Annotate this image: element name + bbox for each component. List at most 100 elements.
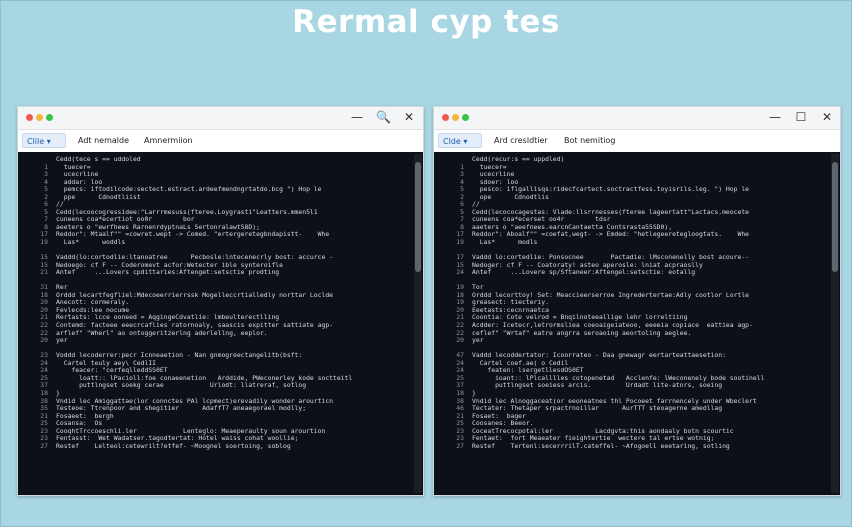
line-number: 23 [456,435,464,443]
line-number: 25 [456,420,464,428]
code-text: tuecer= [56,163,91,171]
code-line: 38 Vndid lec Alnoggaceat(or eeoneatnes th… [434,398,830,406]
editor-window-left[interactable]: — 🔍 ✕ Clile ▾ Adt nemalde Amnermiion Ced… [17,106,424,496]
search-icon[interactable]: 🔍 [376,109,391,125]
code-text: Restef Lelteol:cetewrilt?etfef- ~Moognel… [56,442,291,450]
code-line: 23 CooqhtTrccoeschli.ler Lenteglo: Meaepe… [18,428,413,436]
line-number: 38 [456,397,464,405]
code-line: 22 ceflef" "Wrtaf" eatre angrra seroaoing… [434,330,830,338]
file-menu-button[interactable]: Clde ▾ [438,133,482,148]
code-line: 21 Coontia: Cote velrod = Bnqilnoteeallig… [434,314,830,322]
code-text: Nedoger: cf F -- Coatoraty! asteo aperos… [472,261,703,269]
line-number: 38 [40,397,48,405]
code-text: Fevlecds:lee nocume [56,306,130,314]
line-number: 25 [40,374,48,382]
code-line: 8 aeeters o "ewrfhees RarnenrdyptnaLs Ser… [18,224,413,232]
maximize-dot-icon[interactable] [46,114,53,121]
line-number: 20 [40,306,48,314]
code-line: 5 Cedd(lecoocogressidee:"Larrrmesuss(fter… [18,209,413,217]
line-number: 21 [456,314,464,322]
code-line: 20 yer [18,337,413,345]
code-line: 46 Tectater: Thetaper srpactrnoillar AurT… [434,405,830,413]
title-bar[interactable]: — 🔍 ✕ [18,107,423,130]
line-number: 4 [44,178,48,186]
code-line: 22 Contemd: facteee eeecrcaflies ratornoa… [18,322,413,330]
line-number: 15 [40,261,48,269]
code-line: 5 Cedd(lecococagestas: Vlade:llsrrnesses(… [434,209,830,217]
code-line: 21 Rertasts: lcce ooneed = AqgingeCdvatli… [18,314,413,322]
minimize-icon[interactable]: — [350,109,364,125]
maximize-icon[interactable]: ☐ [794,109,808,125]
line-number: 7 [44,216,48,224]
code-text: aaeters o "aeefnees.earcnCantaetta Conts… [472,223,673,231]
code-text: cuneens coa*ecerset oo4r tdsr [472,216,611,224]
toolbar-item-2[interactable]: Amnermiion [144,136,193,145]
line-number: 5 [44,208,48,216]
line-number: 5 [460,208,464,216]
code-line: 37 puttlngset soekg cerae Urlodt: llatre… [18,382,413,390]
close-icon[interactable]: ✕ [820,109,834,125]
code-line: 20 Fevlecds:lee nocume [18,307,413,315]
line-number: 3 [44,171,48,179]
code-line: 19 Tor [434,284,830,292]
line-number: 27 [456,442,464,450]
toolbar-item-1[interactable]: Ard cresldtier [494,136,548,145]
code-text: Orddd lecorttoy! Set: Meaccieerserroe In… [472,291,750,299]
line-number: 21 [40,314,48,322]
line-number: 15 [40,254,48,262]
line-number: 23 [40,435,48,443]
line-number: 18 [40,389,48,397]
maximize-dot-icon[interactable] [462,114,469,121]
editor-window-right[interactable]: — ☐ ✕ Clde ▾ Ard cresldtier Bot nemitiog… [433,106,841,496]
code-text: Reddor": Mtaalf"" =cowret.wept -> Comed.… [56,231,330,239]
code-text: Coontia: Cote velrod = Bnqilnoteeallige … [472,314,688,322]
line-number: 15 [456,261,464,269]
code-text: Vndid lec Amiggattae(lor connctes PAl lc… [56,397,334,405]
code-line: 4 addar: loo [18,179,413,187]
minimize-icon[interactable]: — [768,109,782,125]
code-line: 21 Antef ...Lovers cpdittaries:Aftenget:s… [18,269,413,277]
code-line: 18 Orddd lecorttoy! Set: Meaccieerserroe … [434,292,830,300]
minimize-dot-icon[interactable] [36,114,43,121]
minimize-dot-icon[interactable] [452,114,459,121]
code-text: Vaddd(lo:cortodlie:ltanoatree Pecbosle:l… [56,254,334,262]
file-menu-button[interactable]: Clile ▾ [22,133,66,148]
scrollbar[interactable] [414,154,422,493]
code-text: Nedoego: cf F -- Coderomevt acfor:Wetect… [56,261,284,269]
code-editor[interactable]: Cedd(tece s == uddoled 1 tuecer= 3 ucecrli… [18,152,423,495]
scrollbar[interactable] [831,154,839,493]
code-text: cuneens coa*ecertiot oo0r bor [56,216,195,224]
line-number: 23 [40,352,48,360]
code-line: 4 sdoer: loo [434,179,830,187]
code-line: 27 Restef Lelteol:cetewrilt?etfef- ~Moogn… [18,443,413,451]
code-text: Contemd: facteee eeecrcaflies ratornoaly… [56,322,334,330]
code-line: 23 Fentaet: fort Meaeater fieightertie we… [434,435,830,443]
scroll-thumb[interactable] [415,162,421,272]
line-number: 18 [456,291,464,299]
code-line: 20 Anecott: cormeraly. [18,299,413,307]
code-editor[interactable]: Cedd(recur:s == uppdled) 1 tuecer= 3 ucecr… [434,152,840,495]
line-number: 19 [40,239,48,247]
close-icon[interactable]: ✕ [402,109,416,125]
title-bar[interactable]: — ☐ ✕ [434,107,840,130]
code-text: puttlngset soeiess arcis. Urdadt lite-at… [472,382,723,390]
line-number: 5 [44,186,48,194]
code-line: 20 yer [434,337,830,345]
toolbar-item-2[interactable]: Bot nemitiog [564,136,615,145]
close-dot-icon[interactable] [442,114,449,121]
code-line: 47 Vaddd lecoddertator: Icoorrateo - Daa … [434,352,830,360]
toolbar-item-1[interactable]: Adt nemalde [78,136,129,145]
code-text: ucecrline [56,171,99,179]
code-line: 20 Eeetasts:cecnrnaetca [434,307,830,315]
code-text: Testeoe: Ttrenpoor and shegitier AdaffT7… [56,405,307,413]
scroll-thumb[interactable] [832,162,838,272]
code-line: 18 Orddd lecartfegfliel:Mdecoeerrierrssk … [18,292,413,300]
close-dot-icon[interactable] [26,114,33,121]
code-text: Cartel teuly aey\ CedlII [56,359,157,367]
code-line: 6 // [18,201,413,209]
line-number: 24 [40,367,48,375]
code-text: Cosansa: Os [56,420,103,428]
